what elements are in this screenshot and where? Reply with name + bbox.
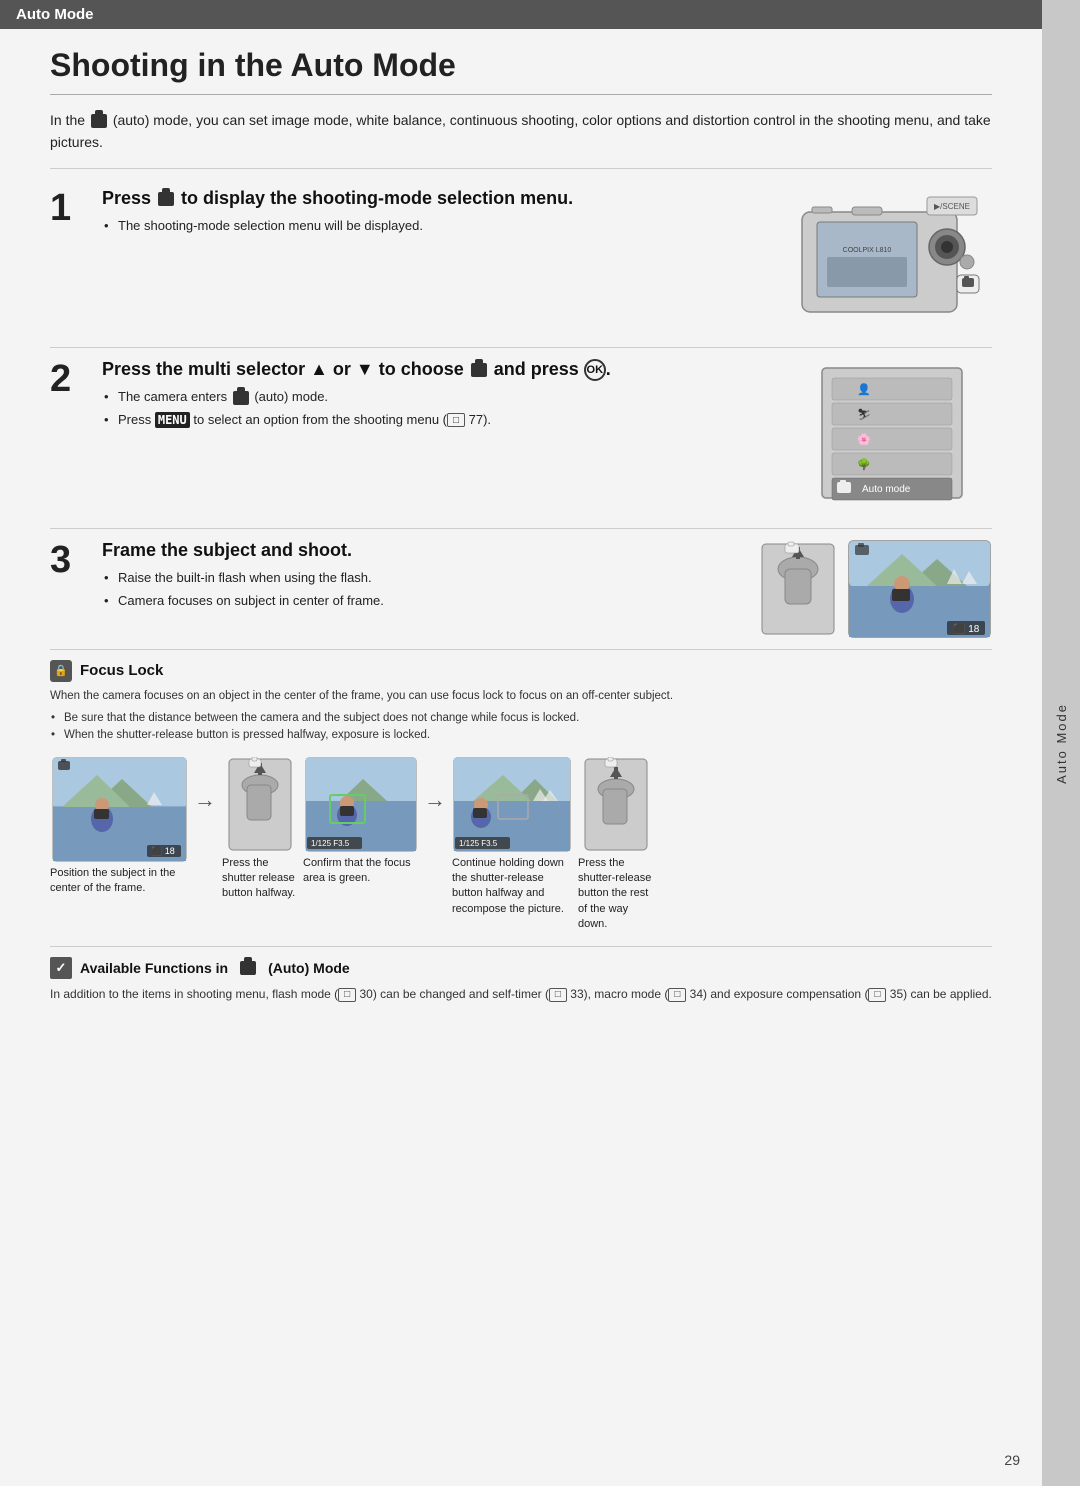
- svg-text:Auto mode: Auto mode: [862, 484, 911, 495]
- camera-icon-step1: [158, 192, 174, 206]
- focus-caption-3: Confirm that the focus area is green.: [303, 856, 418, 887]
- focus-caption-2: Press the shutter release button halfway…: [222, 856, 297, 902]
- svg-text:👤: 👤: [857, 383, 871, 396]
- focus-col-3: 1/125 F3.5 Confirm that the focus area i…: [303, 757, 418, 887]
- available-functions-text: In addition to the items in shooting men…: [50, 985, 992, 1004]
- focus-images-row: ⬛ 18 Position the subject in the center …: [50, 757, 992, 933]
- section-header: Auto Mode: [0, 0, 1042, 29]
- main-content: Auto Mode Shooting in the Auto Mode In t…: [0, 0, 1042, 1486]
- arrow-2: →: [424, 757, 446, 813]
- focus-lock-bullets: Be sure that the distance between the ca…: [50, 710, 992, 745]
- focus-lock-bullet-1: Be sure that the distance between the ca…: [50, 710, 992, 727]
- side-tab-label: Auto Mode: [1054, 703, 1069, 784]
- focus-img-4: 1/125 F3.5: [453, 757, 571, 852]
- focus-lock-title: 🔒 Focus Lock: [50, 660, 992, 682]
- camera-icon: [91, 114, 107, 128]
- section-label: Auto Mode: [16, 6, 93, 23]
- step-3-title: Frame the subject and shoot.: [102, 539, 741, 562]
- step-2-bullet-1: The camera enters (auto) mode.: [102, 387, 801, 407]
- check-icon: ✓: [50, 957, 72, 979]
- svg-text:⬛ 18: ⬛ 18: [151, 845, 175, 856]
- svg-text:1/125 F3.5: 1/125 F3.5: [459, 839, 498, 848]
- step-1-bullets: The shooting-mode selection menu will be…: [102, 216, 756, 236]
- ref-77: □: [447, 413, 465, 427]
- ref-30: □: [338, 988, 356, 1002]
- camera-icon-step2: [471, 363, 487, 377]
- focus-caption-5: Press the shutter-release button the res…: [578, 856, 653, 933]
- step-2-number: 2: [50, 360, 102, 398]
- shutter-svg: [757, 539, 839, 639]
- side-tab: Auto Mode: [1042, 0, 1080, 1486]
- step-2-bullets: The camera enters (auto) mode. Press MEN…: [102, 387, 801, 429]
- svg-text:🌳: 🌳: [857, 457, 871, 471]
- step-3-number: 3: [50, 541, 102, 579]
- intro-body: (auto) mode, you can set image mode, whi…: [50, 112, 991, 150]
- svg-text:COOLPIX L810: COOLPIX L810: [843, 247, 892, 254]
- intro-text: In the (auto) mode, you can set image mo…: [50, 109, 992, 169]
- focus-caption-4: Continue holding down the shutter-releas…: [452, 856, 572, 918]
- camera-icon-avail: [240, 961, 256, 975]
- camera-svg-1: COOLPIX L810 ▶/SCENE: [772, 187, 992, 332]
- step-2-image: 👤 ⛷ 🌸 🌳 Auto mode: [817, 358, 992, 518]
- focus-lock-description: When the camera focuses on an object in …: [50, 688, 992, 705]
- ref-33: □: [549, 988, 567, 1002]
- step-2: 2 Press the multi selector ▲ or ▼ to cho…: [50, 358, 992, 529]
- svg-text:⛷: ⛷: [857, 409, 871, 421]
- step-1-number: 1: [50, 189, 102, 227]
- focus-lock-icon: 🔒: [50, 660, 72, 682]
- focus-img-2: [227, 757, 293, 852]
- step-2-bullet-2: Press MENU to select an option from the …: [102, 410, 801, 430]
- focus-col-1: ⬛ 18 Position the subject in the center …: [50, 757, 188, 897]
- focus-col-5: Press the shutter-release button the res…: [578, 757, 653, 933]
- svg-text:▶/SCENE: ▶/SCENE: [934, 202, 970, 211]
- step-1-title: Press to display the shooting-mode selec…: [102, 187, 756, 210]
- focus-caption-1: Position the subject in the center of th…: [50, 866, 188, 897]
- page-number: 29: [1004, 1452, 1020, 1468]
- page-title: Shooting in the Auto Mode: [50, 29, 992, 95]
- step-1-content: Press to display the shooting-mode selec…: [102, 187, 756, 239]
- available-functions-title: ✓ Available Functions in (Auto) Mode: [50, 957, 992, 979]
- focus-lock-title-text: Focus Lock: [80, 662, 163, 679]
- svg-text:🌸: 🌸: [857, 433, 871, 446]
- step-1-image: COOLPIX L810 ▶/SCENE: [772, 187, 992, 337]
- step-2-content: Press the multi selector ▲ or ▼ to choos…: [102, 358, 801, 432]
- focus-img-1: ⬛ 18: [52, 757, 187, 862]
- focus-lock-section: 🔒 Focus Lock When the camera focuses on …: [50, 660, 992, 933]
- step-3-images: ⬛ 18: [757, 539, 992, 639]
- focus-col-4: 1/125 F3.5 Continue holding down the shu…: [452, 757, 572, 918]
- focus-img-5: [583, 757, 649, 852]
- menu-text-step2: MENU: [155, 412, 190, 428]
- ref-34: □: [668, 988, 686, 1002]
- camera-icon-step2b: [233, 391, 249, 405]
- focus-lock-bullet-2: When the shutter-release button is press…: [50, 727, 992, 744]
- mode-menu-svg: 👤 ⛷ 🌸 🌳 Auto mode: [817, 358, 992, 513]
- step-1: 1 Press to display the shooting-mode sel…: [50, 187, 992, 348]
- step-3: 3 Frame the subject and shoot. Raise the…: [50, 539, 992, 650]
- available-functions-section: ✓ Available Functions in (Auto) Mode In …: [50, 946, 992, 1004]
- svg-text:1/125 F3.5: 1/125 F3.5: [311, 839, 350, 848]
- viewfinder-svg: ⬛ 18: [847, 539, 992, 639]
- step-3-content: Frame the subject and shoot. Raise the b…: [102, 539, 741, 613]
- step-1-bullet-1: The shooting-mode selection menu will be…: [102, 216, 756, 236]
- step-2-title: Press the multi selector ▲ or ▼ to choos…: [102, 358, 801, 381]
- svg-text:⬛ 18: ⬛ 18: [953, 622, 980, 635]
- step-3-bullet-2: Camera focuses on subject in center of f…: [102, 591, 741, 611]
- page: Auto Mode Shooting in the Auto Mode In t…: [0, 0, 1080, 1486]
- ok-icon-step2: OK: [584, 359, 606, 381]
- step-3-bullet-1: Raise the built-in flash when using the …: [102, 568, 741, 588]
- focus-col-2: Press the shutter release button halfway…: [222, 757, 297, 902]
- focus-img-3: 1/125 F3.5: [305, 757, 417, 852]
- step-3-bullets: Raise the built-in flash when using the …: [102, 568, 741, 610]
- ref-35: □: [868, 988, 886, 1002]
- arrow-1: →: [194, 757, 216, 813]
